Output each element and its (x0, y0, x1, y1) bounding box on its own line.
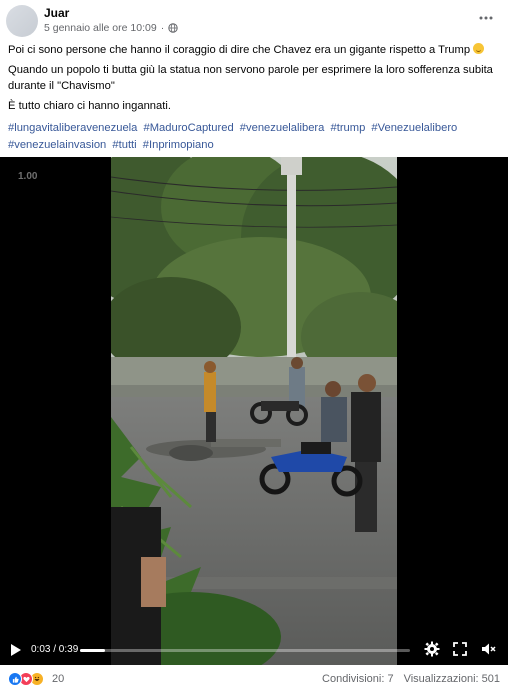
hashtag-link[interactable]: #tutti (112, 139, 136, 151)
hashtag-link[interactable]: #Inprimopiano (143, 139, 214, 151)
video-player[interactable]: 1.00 0:03 / 0:39 (0, 157, 508, 665)
like-reaction-icon (8, 672, 22, 686)
more-options-icon[interactable] (478, 10, 494, 26)
hashtag-link[interactable]: #MaduroCaptured (143, 122, 233, 134)
mute-icon[interactable] (480, 641, 496, 657)
hashtag-link[interactable]: #venezuelalibera (240, 122, 325, 134)
reaction-count[interactable]: 20 (52, 673, 64, 685)
hashtag-link[interactable]: #Venezuelalibero (371, 122, 457, 134)
share-count[interactable]: Condivisioni: 7 (322, 673, 394, 685)
play-icon[interactable] (10, 643, 22, 657)
video-controls: 0:03 / 0:39 (0, 635, 508, 665)
video-scene-image (111, 157, 397, 665)
settings-gear-icon[interactable] (424, 641, 440, 657)
fullscreen-icon[interactable] (452, 641, 468, 657)
post-date[interactable]: 5 gennaio alle ore 10:09 (44, 22, 157, 34)
video-progress-bar[interactable] (80, 649, 410, 652)
post-body: Poi ci sono persone che hanno il coraggi… (8, 42, 502, 118)
hashtag-link[interactable]: #venezuelainvasion (8, 139, 106, 151)
video-watermark: 1.00 (18, 171, 38, 182)
video-progress-fill (80, 649, 106, 652)
author-name[interactable]: Juar (44, 6, 69, 20)
avatar[interactable] (6, 5, 38, 37)
post-meta: 5 gennaio alle ore 10:09 · (44, 22, 178, 34)
post-footer: 20 Condivisioni: 7 Visualizzazioni: 501 (0, 665, 508, 692)
post-paragraph: È tutto chiaro ci hanno ingannati. (8, 100, 171, 112)
hashtag-link[interactable]: #trump (330, 122, 365, 134)
globe-icon[interactable] (168, 23, 178, 33)
view-count: Visualizzazioni: 501 (403, 673, 500, 685)
hashtag-link[interactable]: #lungavitaliberavenezuela (8, 122, 137, 134)
post-paragraph: Quando un popolo ti butta giù la statua … (8, 64, 493, 92)
post-paragraph: Poi ci sono persone che hanno il coraggi… (8, 42, 502, 58)
video-time: 0:03 / 0:39 (31, 644, 79, 655)
reaction-icons[interactable] (8, 672, 44, 686)
video-frame[interactable] (111, 157, 397, 665)
post-stats: Condivisioni: 7 Visualizzazioni: 501 (322, 673, 500, 685)
hashtag-list: #lungavitaliberavenezuela #MaduroCapture… (8, 120, 502, 154)
grinning-emoji-icon (473, 43, 485, 54)
post-header: Juar 5 gennaio alle ore 10:09 · (0, 0, 508, 38)
meta-separator: · (160, 22, 165, 34)
